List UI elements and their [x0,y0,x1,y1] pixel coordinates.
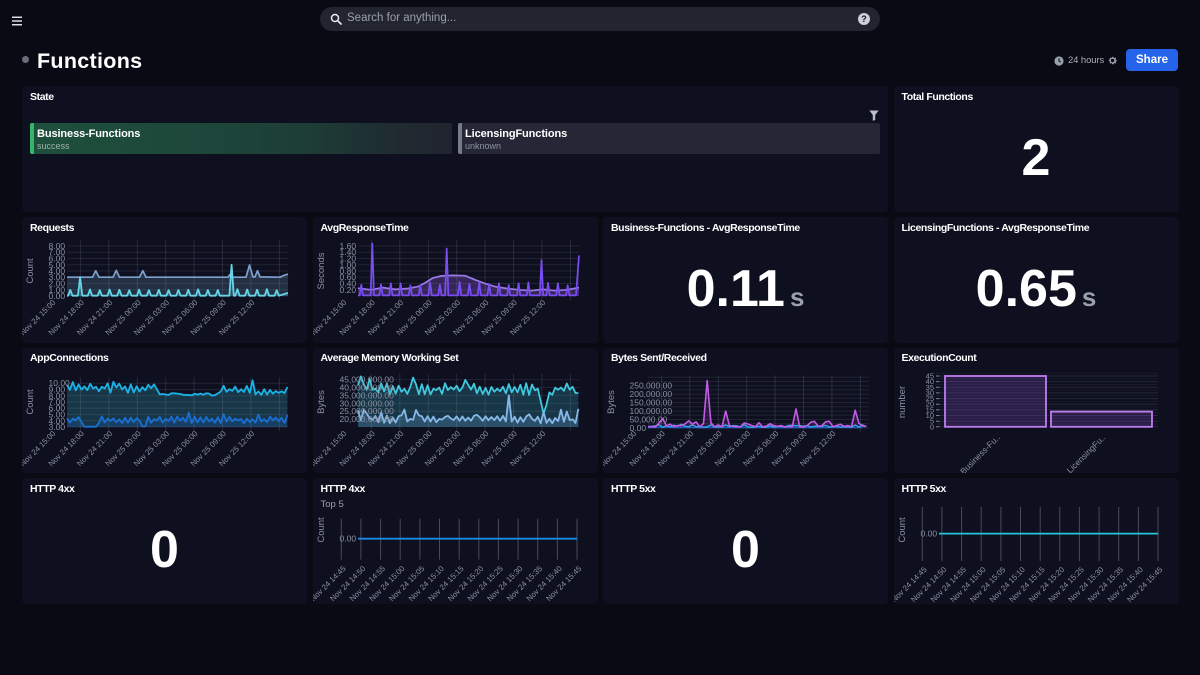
svg-text:45: 45 [925,371,933,380]
svg-text:1.60: 1.60 [339,241,356,251]
svg-text:number: number [897,385,908,417]
svg-text:Bytes: Bytes [606,389,617,413]
svg-text:Count: Count [25,388,36,414]
svg-text:Count: Count [25,258,36,284]
svg-text:45,000,000.00: 45,000,000.00 [339,374,394,384]
svg-text:Seconds: Seconds [316,252,327,289]
svg-text:LicensingFu..: LicensingFu.. [1064,432,1107,473]
svg-text:250,000.00: 250,000.00 [630,380,673,390]
svg-text:0.00: 0.00 [920,529,937,539]
svg-text:0.00: 0.00 [339,534,356,544]
svg-text:10.00: 10.00 [49,378,71,388]
svg-text:Count: Count [897,517,908,543]
svg-text:Bytes: Bytes [316,389,327,413]
svg-text:Count: Count [316,517,327,543]
svg-text:Business-Fu..: Business-Fu.. [958,432,1002,473]
